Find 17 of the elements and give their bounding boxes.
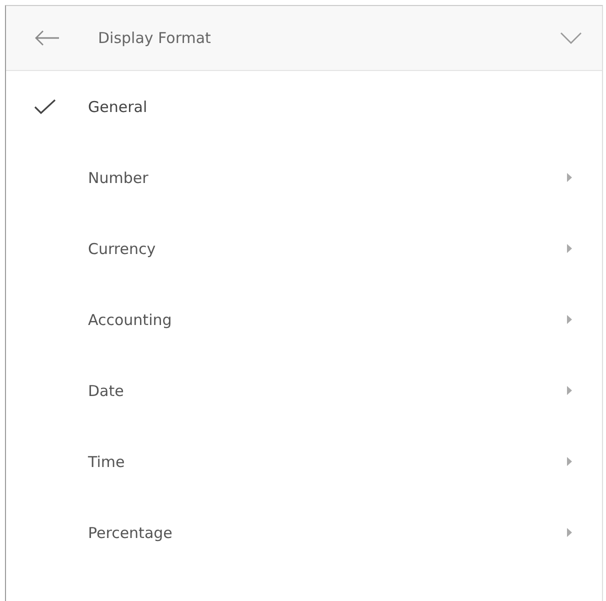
format-option[interactable]: Percentage [6, 497, 602, 568]
submenu-arrow-icon [567, 173, 572, 182]
checkmark-icon [34, 98, 56, 114]
format-option[interactable]: Accounting [6, 284, 602, 355]
format-option[interactable]: Date [6, 355, 602, 426]
submenu-arrow-icon [567, 244, 572, 253]
submenu-arrow-icon [567, 315, 572, 324]
submenu-arrow-icon [567, 386, 572, 395]
submenu-arrow-icon [567, 457, 572, 466]
submenu-arrow-icon [567, 528, 572, 537]
format-option[interactable]: Time [6, 426, 602, 497]
panel-title: Display Format [98, 29, 212, 47]
format-option[interactable]: General [6, 71, 602, 142]
chevron-down-icon[interactable] [560, 32, 582, 44]
format-option[interactable]: Currency [6, 213, 602, 284]
back-arrow-icon[interactable] [34, 30, 60, 46]
format-option[interactable]: Number [6, 142, 602, 213]
